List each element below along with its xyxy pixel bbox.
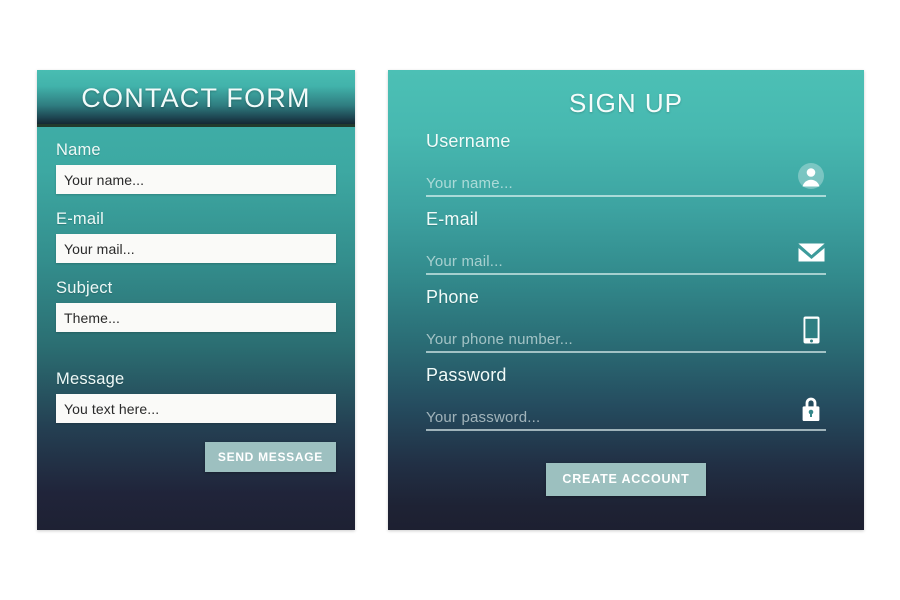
envelope-icon: [796, 237, 826, 267]
field-phone: Phone Your phone number...: [426, 287, 826, 353]
user-avatar-icon: [796, 161, 826, 191]
field-email: E-mail Your mail...: [426, 209, 826, 275]
field-password-label: Password: [426, 365, 507, 385]
username-input[interactable]: Your name...: [426, 163, 826, 197]
subject-input[interactable]: Theme...: [56, 303, 336, 332]
email-input[interactable]: Your mail...: [56, 234, 336, 263]
name-input-placeholder: Your name...: [64, 171, 145, 188]
contact-form-actions: SEND MESSAGE: [56, 442, 336, 472]
phone-input[interactable]: Your phone number...: [426, 316, 826, 353]
sign-up-actions: CREATE ACCOUNT: [426, 463, 826, 496]
field-email-label: E-mail: [56, 210, 104, 228]
field-username: Username Your name...: [426, 131, 826, 197]
password-input-placeholder: Your password...: [426, 409, 541, 426]
message-input-placeholder: You text here...: [64, 400, 160, 417]
field-phone-label: Phone: [426, 287, 480, 307]
subject-input-placeholder: Theme...: [64, 309, 121, 326]
field-subject: Subject Theme...: [56, 279, 336, 332]
email-input-placeholder: Your mail...: [426, 253, 503, 270]
field-subject-label: Subject: [56, 279, 113, 297]
field-name: Name Your name...: [56, 141, 336, 194]
field-email-label: E-mail: [426, 209, 479, 229]
contact-form-header: CONTACT FORM: [37, 70, 355, 127]
send-message-button[interactable]: SEND MESSAGE: [204, 442, 336, 472]
smartphone-icon: [796, 315, 826, 345]
field-username-label: Username: [426, 131, 511, 151]
email-input[interactable]: Your mail...: [426, 243, 826, 275]
phone-input-placeholder: Your phone number...: [426, 331, 573, 348]
create-account-button[interactable]: CREATE ACCOUNT: [546, 463, 706, 496]
lock-icon: [796, 393, 826, 423]
name-input[interactable]: Your name...: [56, 165, 336, 194]
field-message: Message You text here...: [56, 370, 336, 423]
password-input[interactable]: Your password...: [426, 397, 826, 431]
sign-up-title: SIGN UP: [569, 88, 683, 118]
email-input-placeholder: Your mail...: [64, 240, 135, 257]
field-email: E-mail Your mail...: [56, 210, 336, 263]
contact-form-panel: CONTACT FORM Name Your name... E-mail Yo…: [37, 70, 355, 530]
field-message-label: Message: [56, 370, 125, 388]
username-input-placeholder: Your name...: [426, 175, 513, 192]
sign-up-panel: SIGN UP Username Your name... E-mail You…: [388, 70, 864, 530]
field-name-label: Name: [56, 141, 101, 159]
message-input[interactable]: You text here...: [56, 394, 336, 423]
page-root: CONTACT FORM Name Your name... E-mail Yo…: [0, 0, 900, 600]
field-password: Password Your password...: [426, 365, 826, 431]
contact-form-title: CONTACT FORM: [81, 83, 311, 113]
contact-form-body: Name Your name... E-mail Your mail... Su…: [37, 127, 355, 472]
